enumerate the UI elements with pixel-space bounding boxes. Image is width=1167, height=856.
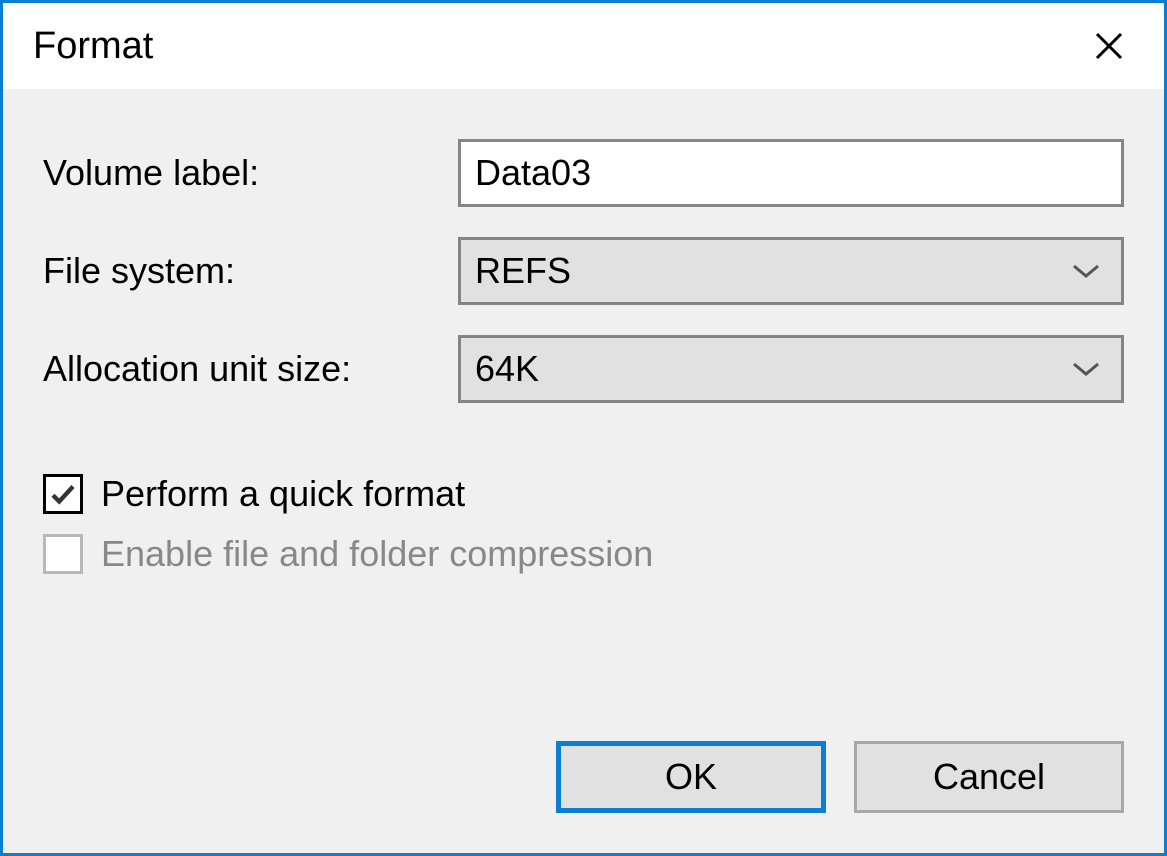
file-system-row: File system: REFS [43,237,1124,305]
allocation-unit-label: Allocation unit size: [43,348,458,390]
ok-button[interactable]: OK [556,741,826,813]
volume-label-row: Volume label: [43,139,1124,207]
quick-format-label: Perform a quick format [101,473,465,515]
compression-label: Enable file and folder compression [101,533,653,575]
compression-row: Enable file and folder compression [43,533,1124,575]
compression-checkbox [43,534,83,574]
file-system-value: REFS [475,250,571,292]
allocation-unit-value: 64K [475,348,539,390]
dialog-content: Volume label: File system: REFS Allocati… [3,89,1164,853]
file-system-label: File system: [43,250,458,292]
file-system-select[interactable]: REFS [458,237,1124,305]
close-icon [1091,28,1127,64]
format-dialog: Format Volume label: File system: REFS A… [0,0,1167,856]
close-button[interactable] [1084,21,1134,71]
checkbox-section: Perform a quick format Enable file and f… [43,473,1124,593]
quick-format-row: Perform a quick format [43,473,1124,515]
titlebar: Format [3,3,1164,89]
chevron-down-icon [1071,360,1101,378]
chevron-down-icon [1071,262,1101,280]
checkmark-icon [48,479,78,509]
button-row: OK Cancel [43,741,1124,813]
dialog-title: Format [33,25,153,68]
quick-format-checkbox[interactable] [43,474,83,514]
volume-label-input[interactable] [458,139,1124,207]
allocation-unit-select[interactable]: 64K [458,335,1124,403]
volume-label-text: Volume label: [43,152,458,194]
allocation-unit-row: Allocation unit size: 64K [43,335,1124,403]
cancel-button[interactable]: Cancel [854,741,1124,813]
